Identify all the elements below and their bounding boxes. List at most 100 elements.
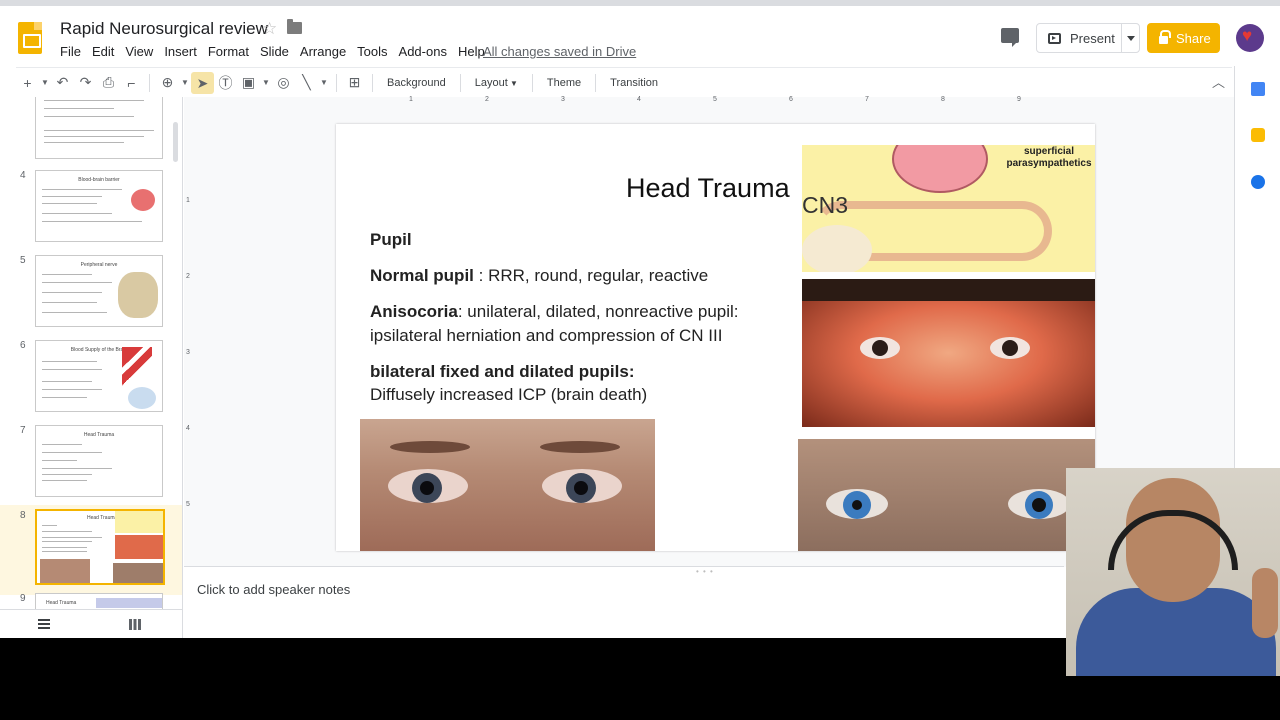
ruler-mark: 4	[186, 425, 190, 432]
horizontal-ruler: 1 2 3 4 5 6 7 8 9	[335, 96, 1095, 108]
bilateral-label[interactable]: bilateral fixed and dilated pupils:	[370, 362, 635, 382]
save-status[interactable]: All changes saved in Drive	[483, 44, 636, 59]
lock-icon	[1159, 30, 1171, 44]
document-title[interactable]: Rapid Neurosurgical review	[60, 19, 268, 39]
chevron-down-icon[interactable]: ▼	[179, 78, 191, 87]
ruler-mark: 4	[637, 96, 641, 103]
bilateral-text[interactable]: Diffusely increased ICP (brain death)	[370, 385, 647, 405]
menu-format[interactable]: Format	[208, 44, 249, 59]
zoom-icon[interactable]: ⊕	[156, 74, 179, 91]
folder-icon[interactable]	[287, 19, 302, 34]
slide-number: 8	[20, 510, 26, 521]
ruler-mark: 7	[865, 96, 869, 103]
slides-logo-icon[interactable]	[18, 22, 42, 54]
tasks-icon[interactable]	[1251, 175, 1265, 189]
collapse-icon[interactable]: ︿	[1212, 72, 1225, 91]
shape-icon[interactable]: ◎	[272, 74, 295, 91]
present-button[interactable]: Present	[1036, 23, 1140, 53]
print-icon[interactable]: ⎙	[97, 74, 120, 91]
redo-icon[interactable]: ↷	[74, 74, 97, 91]
ruler-mark: 5	[713, 96, 717, 103]
thumbnail-title: Head Trauma	[83, 432, 115, 438]
anisocoria-eyes-image[interactable]	[798, 439, 1095, 551]
chevron-down-icon[interactable]	[1127, 36, 1135, 41]
normal-eyes-image[interactable]	[360, 419, 655, 551]
slide-thumbnail[interactable]: 4 Blood-brain barrier	[0, 170, 182, 256]
ruler-mark: 1	[409, 96, 413, 103]
keep-icon[interactable]	[1251, 128, 1265, 142]
menu-tools[interactable]: Tools	[357, 44, 387, 59]
ruler-mark: 3	[186, 349, 190, 356]
slide-number: 6	[20, 340, 26, 351]
paint-format-icon[interactable]: ⌐	[120, 75, 143, 91]
menu-insert[interactable]: Insert	[164, 44, 197, 59]
diagram-label: superficial parasympathetics	[1006, 146, 1092, 169]
slide-thumbnail[interactable]: 7 Head Trauma	[0, 425, 182, 511]
anisocoria-line[interactable]: Anisocoria: unilateral, dilated, nonreac…	[370, 302, 739, 322]
browser-strip	[0, 0, 1280, 6]
filmstrip-scrollbar[interactable]	[173, 122, 178, 162]
transition-button[interactable]: Transition	[610, 77, 658, 89]
anisocoria-label: Anisocoria	[370, 302, 458, 321]
vertical-ruler: 1 2 3 4 5	[185, 123, 195, 553]
diagram-cn3-label: CN3	[802, 192, 849, 218]
chevron-down-icon[interactable]: ▼	[260, 78, 272, 87]
menu-file[interactable]: File	[60, 44, 81, 59]
filmstrip-footer	[0, 609, 183, 638]
comment-add-icon[interactable]: ⊞	[343, 74, 366, 91]
image-icon[interactable]: ▣	[237, 74, 260, 91]
anisocoria-line-2[interactable]: ipsilateral herniation and compression o…	[370, 326, 722, 346]
speaker-notes-placeholder[interactable]: Click to add speaker notes	[197, 582, 350, 597]
menu-addons[interactable]: Add-ons	[399, 44, 447, 59]
menu-slide[interactable]: Slide	[260, 44, 289, 59]
slide-thumbnail[interactable]: 6 Blood Supply of the Brain	[0, 340, 182, 426]
thumbnail-title: Blood-brain barrier	[78, 177, 120, 183]
menu-view[interactable]: View	[125, 44, 153, 59]
menu-arrange[interactable]: Arrange	[300, 44, 346, 59]
slide-number: 4	[20, 170, 26, 181]
undo-icon[interactable]: ↶	[51, 74, 74, 91]
share-label: Share	[1176, 30, 1211, 46]
slide-thumbnail-active[interactable]: 8 Head Trauma	[0, 505, 182, 595]
share-button[interactable]: Share	[1147, 23, 1220, 53]
slide-title[interactable]: Head Trauma	[626, 173, 790, 204]
toolbar: + ▼ ↶ ↷ ⎙ ⌐ ⊕ ▼ ➤ Ⓣ ▣ ▼ ◎ ╲ ▼ ⊞ Backgrou…	[16, 67, 1232, 97]
menu-help[interactable]: Help	[458, 44, 485, 59]
text-box-icon[interactable]: Ⓣ	[214, 73, 237, 93]
ruler-mark: 6	[789, 96, 793, 103]
resize-handle[interactable]: • • •	[696, 567, 714, 576]
chevron-down-icon[interactable]: ▼	[318, 78, 330, 87]
present-label: Present	[1070, 30, 1115, 46]
star-icon[interactable]: ☆	[262, 19, 277, 39]
comment-icon[interactable]	[1001, 28, 1019, 47]
menu-bar: File Edit View Insert Format Slide Arran…	[60, 44, 496, 59]
webcam-video	[1066, 468, 1280, 676]
slide-thumbnail[interactable]: 9 Head Trauma	[0, 593, 182, 609]
slide-subtitle[interactable]: Pupil	[370, 230, 412, 250]
layout-label: Layout	[474, 76, 508, 89]
calendar-icon[interactable]	[1251, 82, 1265, 96]
grid-view-icon[interactable]	[129, 619, 141, 630]
speaker-notes-area[interactable]: • • •	[184, 566, 1064, 638]
new-slide-icon[interactable]: +	[16, 75, 39, 91]
slide-thumbnail[interactable]	[0, 97, 182, 175]
select-icon[interactable]: ➤	[191, 71, 214, 94]
normal-pupil-line[interactable]: Normal pupil : RRR, round, regular, reac…	[370, 266, 708, 286]
app-header: Rapid Neurosurgical review ☆ File Edit V…	[0, 0, 1280, 66]
avatar[interactable]	[1236, 24, 1264, 52]
ruler-mark: 2	[485, 96, 489, 103]
ruler-mark: 2	[186, 273, 190, 280]
menu-edit[interactable]: Edit	[92, 44, 114, 59]
list-view-icon[interactable]	[38, 619, 50, 629]
trauma-eyes-image[interactable]	[802, 279, 1095, 427]
layout-button[interactable]: Layout ▼	[475, 77, 518, 89]
slide-thumbnail[interactable]: 5 Peripheral nerve	[0, 255, 182, 341]
chevron-down-icon[interactable]: ▼	[39, 78, 51, 87]
slide-number: 5	[20, 255, 26, 266]
ruler-mark: 9	[1017, 96, 1021, 103]
thumbnail-title: Head Trauma	[46, 600, 77, 606]
theme-button[interactable]: Theme	[547, 77, 581, 89]
background-button[interactable]: Background	[387, 77, 446, 89]
chevron-down-icon: ▼	[507, 78, 518, 88]
line-icon[interactable]: ╲	[295, 74, 318, 91]
